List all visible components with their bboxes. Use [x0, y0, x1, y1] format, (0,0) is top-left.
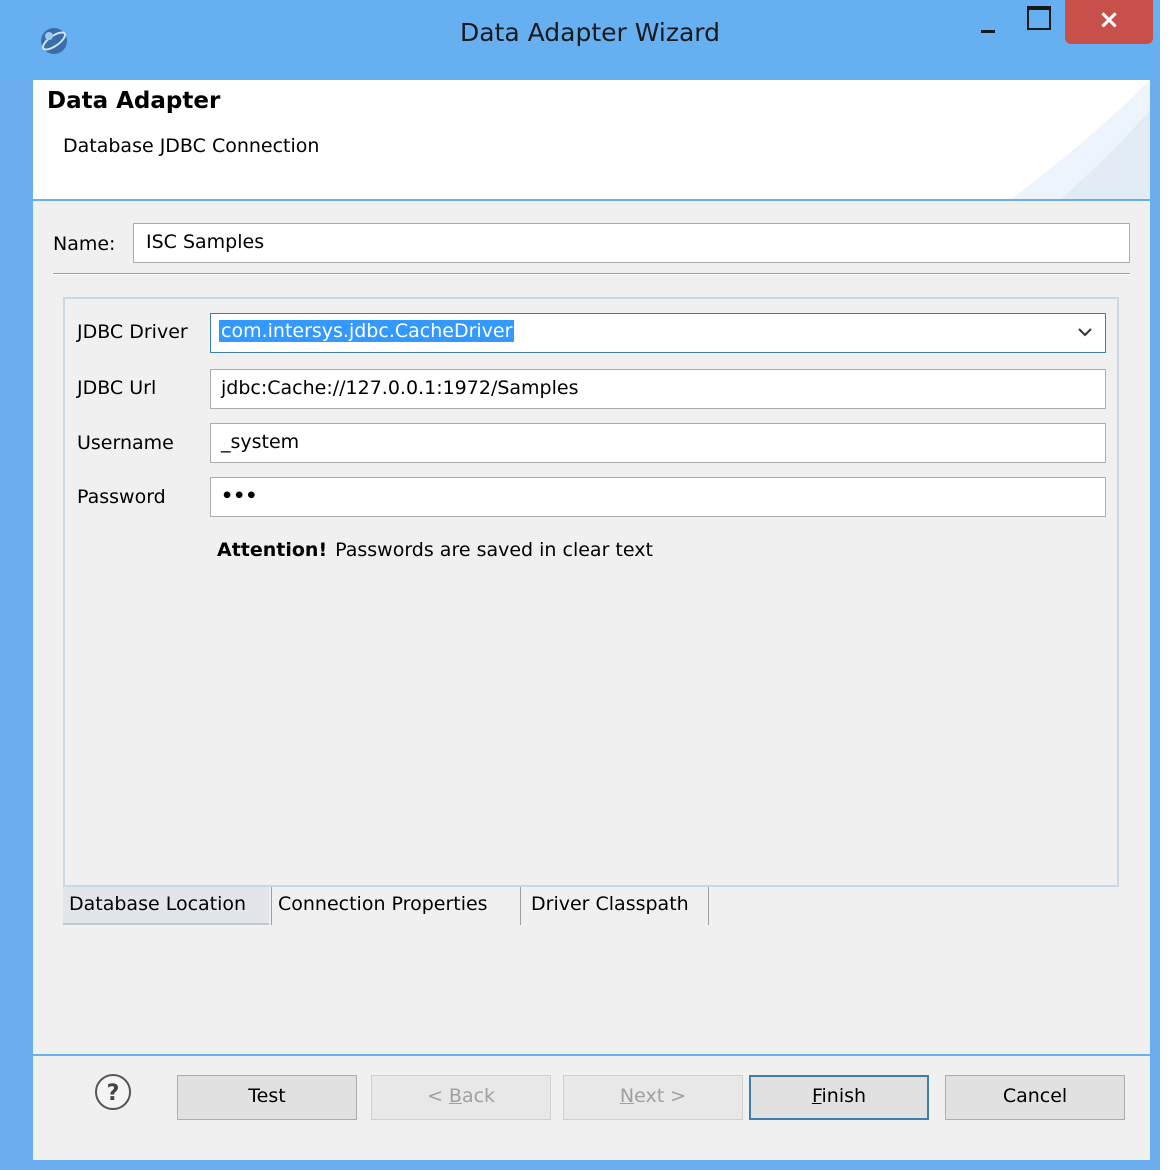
jdbc-driver-combo[interactable]: com.intersys.jdbc.CacheDriver	[210, 313, 1106, 353]
name-label: Name:	[53, 233, 116, 255]
page-subtitle: Database JDBC Connection	[63, 135, 320, 157]
username-input[interactable]: _system	[210, 423, 1106, 463]
header-decoration	[1011, 80, 1150, 199]
next-rest: ext >	[634, 1085, 687, 1107]
attention-text: Passwords are saved in clear text	[335, 539, 653, 561]
back-mnemonic: B	[448, 1085, 462, 1107]
tab-panel-database-location: JDBC Driver com.intersys.jdbc.CacheDrive…	[63, 297, 1119, 887]
name-input[interactable]: ISC Samples	[133, 223, 1130, 263]
finish-mnemonic: F	[811, 1085, 822, 1107]
finish-button[interactable]: Finish	[749, 1075, 929, 1120]
chevron-down-icon[interactable]	[1077, 324, 1093, 340]
help-icon[interactable]: ?	[93, 1072, 133, 1112]
back-prefix: <	[426, 1085, 449, 1107]
wizard-header: Data Adapter Database JDBC Connection	[33, 80, 1150, 200]
jdbc-url-input[interactable]: jdbc:Cache://127.0.0.1:1972/Samples	[210, 369, 1106, 409]
tab-driver-classpath[interactable]: Driver Classpath	[525, 887, 709, 925]
page-title: Data Adapter	[47, 88, 221, 114]
svg-text:?: ?	[107, 1081, 120, 1106]
close-icon: ×	[1098, 5, 1120, 35]
next-button[interactable]: Next >	[563, 1075, 743, 1120]
back-button[interactable]: < Back	[371, 1075, 551, 1120]
maximize-button[interactable]	[1015, 0, 1060, 44]
test-button[interactable]: Test	[177, 1075, 357, 1120]
next-mnemonic: N	[619, 1085, 635, 1107]
cancel-button[interactable]: Cancel	[945, 1075, 1125, 1120]
title-bar[interactable]: Data Adapter Wizard ×	[0, 0, 1160, 80]
jdbc-url-label: JDBC Url	[77, 377, 157, 399]
jdbc-driver-value: com.intersys.jdbc.CacheDriver	[219, 320, 515, 342]
wizard-window: Data Adapter Wizard × Data Adapter Datab…	[0, 0, 1160, 1170]
tab-database-location[interactable]: Database Location	[63, 887, 269, 925]
finish-rest: inish	[821, 1085, 867, 1107]
back-rest: ack	[461, 1085, 496, 1107]
wizard-body: Name: ISC Samples JDBC Driver com.inters…	[33, 201, 1150, 1054]
password-input[interactable]: •••	[210, 477, 1106, 517]
password-warning: Attention! Passwords are saved in clear t…	[217, 539, 653, 561]
minimize-button[interactable]	[965, 0, 1010, 44]
close-button[interactable]: ×	[1065, 0, 1153, 44]
button-bar: ? Test < Back Next > Finish Cancel	[33, 1055, 1150, 1160]
tab-connection-properties[interactable]: Connection Properties	[271, 887, 521, 925]
jdbc-driver-label: JDBC Driver	[77, 321, 188, 343]
password-label: Password	[77, 486, 166, 508]
separator	[53, 273, 1130, 275]
attention-label: Attention!	[217, 539, 328, 561]
username-label: Username	[77, 432, 174, 454]
